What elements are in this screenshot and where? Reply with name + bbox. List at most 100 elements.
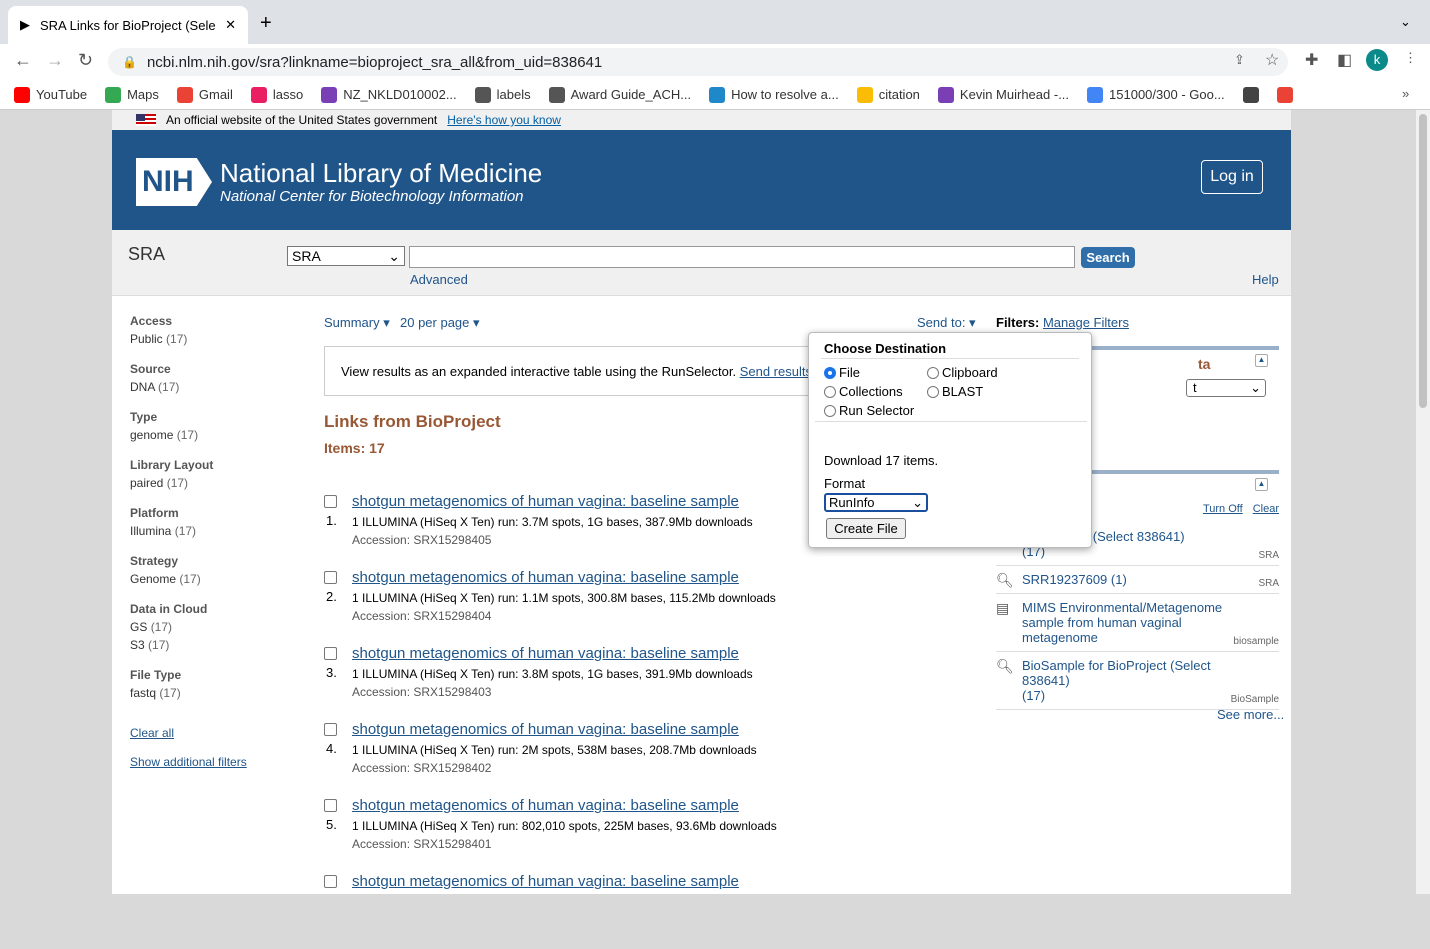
bookmark-icon (1087, 86, 1104, 103)
scrollbar[interactable] (1416, 110, 1430, 894)
bookmark-item[interactable]: 151000/300 - Goo... (1087, 86, 1225, 103)
send-to-dropdown[interactable]: Send to: ▾ (917, 315, 976, 331)
destination-radio[interactable]: Collections (824, 384, 903, 399)
facet-label: Genome (130, 572, 177, 586)
nih-logo[interactable]: NIH (136, 158, 212, 206)
bookmark-item[interactable]: citation (856, 86, 920, 103)
collapse-icon[interactable]: ▲ (1255, 478, 1268, 491)
reload-icon[interactable]: ↻ (78, 50, 93, 71)
see-more-link[interactable]: See more... (1217, 707, 1284, 722)
close-tab-icon[interactable]: ✕ (225, 17, 236, 33)
result-title-link[interactable]: shotgun metagenomics of human vagina: ba… (352, 721, 739, 738)
chevron-down-icon: ⌄ (1250, 380, 1261, 395)
result-checkbox[interactable] (324, 723, 337, 736)
bookmark-icon (937, 86, 954, 103)
result-number: 3. (326, 665, 337, 680)
forward-icon[interactable]: → (46, 50, 64, 71)
panel-select[interactable]: t ⌄ (1186, 379, 1266, 397)
advanced-link[interactable]: Advanced (410, 272, 468, 287)
facet-count: (17) (159, 686, 181, 700)
url-field[interactable]: 🔒 ncbi.nlm.nih.gov/sra?linkname=bioproje… (108, 48, 1288, 76)
search-button[interactable]: Search (1081, 247, 1135, 268)
back-icon[interactable]: ← (14, 50, 32, 71)
panel-title: ta (1198, 356, 1211, 372)
share-icon[interactable]: ⇪ (1234, 52, 1245, 68)
facet-value[interactable]: Public (17) (130, 332, 300, 346)
more-bookmarks-icon[interactable]: » (1402, 86, 1409, 101)
facet-value[interactable]: Illumina (17) (130, 524, 300, 538)
new-tab-icon[interactable]: + (260, 12, 272, 35)
browser-tab[interactable]: ▶ SRA Links for BioProject (Select 83864… (8, 6, 248, 44)
manage-filters-link[interactable]: Manage Filters (1043, 315, 1129, 330)
bookmark-icon[interactable] (1242, 86, 1259, 103)
collapse-icon[interactable]: ▲ (1255, 354, 1268, 367)
search-detail-item[interactable]: ▤ MIMS Environmental/Metagenome sample fr… (996, 594, 1279, 652)
tab-list-chevron-icon[interactable]: ⌄ (1400, 14, 1411, 30)
search-detail-item[interactable]: 🔍︎ SRR19237609 (1) SRA (996, 566, 1279, 594)
facet-value[interactable]: paired (17) (130, 476, 300, 490)
bookmark-label: labels (496, 87, 531, 102)
clear-all-link[interactable]: Clear all (130, 726, 174, 740)
facet-count: (17) (150, 620, 173, 634)
bookmark-item[interactable]: Award Guide_ACH... (548, 86, 691, 103)
bookmark-item[interactable]: Kevin Muirhead -... (937, 86, 1069, 103)
bookmark-item[interactable]: NZ_NKLD010002... (321, 86, 457, 103)
format-select[interactable]: RunInfo ⌄ (824, 493, 928, 512)
result-checkbox[interactable] (324, 799, 337, 812)
bookmark-icon (105, 86, 122, 103)
us-flag-icon (136, 114, 156, 126)
result-item: 3. shotgun metagenomics of human vagina: … (324, 645, 844, 721)
result-checkbox[interactable] (324, 495, 337, 508)
per-page-dropdown[interactable]: 20 per page ▾ (400, 315, 480, 331)
facet-value[interactable]: genome (17) (130, 428, 300, 442)
facet-value[interactable]: DNA (17) (130, 380, 300, 394)
facet-value[interactable]: GS (17) (130, 620, 300, 634)
bookmark-item[interactable]: labels (474, 86, 531, 103)
create-file-button[interactable]: Create File (826, 518, 906, 539)
result-title-link[interactable]: shotgun metagenomics of human vagina: ba… (352, 873, 739, 890)
search-detail-item[interactable]: 🔍︎ BioSample for BioProject (Select 83864… (996, 652, 1279, 710)
result-title-link[interactable]: shotgun metagenomics of human vagina: ba… (352, 645, 739, 662)
result-checkbox[interactable] (324, 875, 337, 888)
menu-icon[interactable]: ⋮ (1404, 50, 1417, 66)
item-link[interactable]: SRR19237609 (1) (1022, 572, 1279, 587)
help-link[interactable]: Help (1252, 272, 1279, 287)
heres-how-link[interactable]: Here's how you know (447, 113, 561, 127)
destination-radio[interactable]: BLAST (927, 384, 983, 399)
send-results-link[interactable]: Send results (740, 364, 812, 379)
database-select[interactable]: SRA ⌄ (287, 246, 405, 266)
gmail-bookmark-icon[interactable] (1276, 86, 1293, 103)
search-details-list: 🔍︎r BioProject (Select 838641)(17)SRA🔍︎S… (996, 523, 1279, 710)
search-bar: SRA SRA ⌄ Search Advanced Help (112, 230, 1291, 296)
item-link[interactable]: BioSample for BioProject (Select 838641) (1022, 658, 1279, 688)
facet-value[interactable]: S3 (17) (130, 638, 300, 652)
bookmark-item[interactable]: Maps (105, 86, 159, 103)
bookmark-item[interactable]: Gmail (176, 86, 233, 103)
extensions-icon[interactable]: ✚ (1305, 50, 1318, 70)
facet-value[interactable]: fastq (17) (130, 686, 300, 700)
result-checkbox[interactable] (324, 647, 337, 660)
turn-off-link[interactable]: Turn Off (1203, 503, 1243, 515)
database-select-value: SRA (292, 248, 321, 264)
item-database: SRA (1258, 550, 1279, 561)
avatar[interactable]: k (1366, 49, 1388, 71)
clear-link[interactable]: Clear (1253, 503, 1279, 515)
bookmark-item[interactable]: lasso (250, 86, 303, 103)
result-title-link[interactable]: shotgun metagenomics of human vagina: ba… (352, 569, 739, 586)
search-input[interactable] (409, 246, 1075, 268)
login-button[interactable]: Log in (1201, 160, 1263, 194)
show-additional-filters-link[interactable]: Show additional filters (130, 755, 247, 769)
star-icon[interactable]: ☆ (1265, 50, 1279, 70)
destination-radio[interactable]: Run Selector (824, 403, 914, 418)
side-panel-icon[interactable]: ◧ (1337, 50, 1352, 70)
destination-radio[interactable]: Clipboard (927, 365, 998, 380)
destination-radio[interactable]: File (824, 365, 860, 380)
summary-dropdown[interactable]: Summary ▾ (324, 315, 390, 331)
result-title-link[interactable]: shotgun metagenomics of human vagina: ba… (352, 797, 739, 814)
facet-value[interactable]: Genome (17) (130, 572, 300, 586)
result-checkbox[interactable] (324, 571, 337, 584)
bookmark-item[interactable]: YouTube (14, 86, 87, 103)
bookmark-item[interactable]: How to resolve a... (709, 86, 839, 103)
result-item: 1. shotgun metagenomics of human vagina: … (324, 493, 844, 569)
result-title-link[interactable]: shotgun metagenomics of human vagina: ba… (352, 493, 739, 510)
